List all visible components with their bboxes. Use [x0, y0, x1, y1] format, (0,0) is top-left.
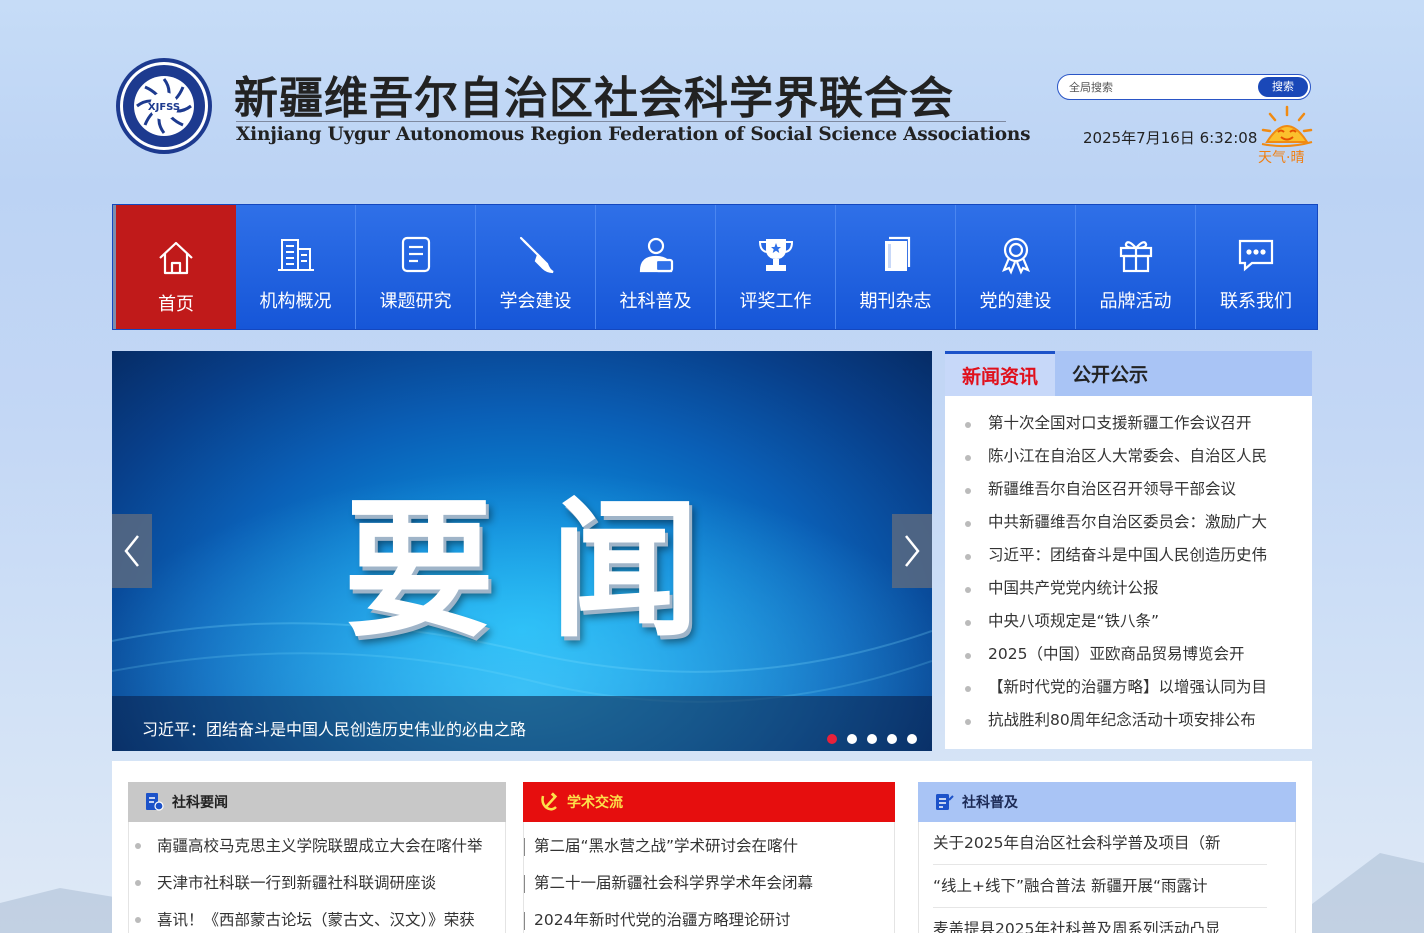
- chat-icon: [1238, 239, 1274, 272]
- column-popularization: 社科普及 关于2025年自治区社会科学普及项目（新 “线上+线下”融合普法 新疆…: [918, 782, 1296, 933]
- chevron-right-icon: [905, 535, 920, 567]
- column-social-science-news: 社科要闻 南疆高校马克思主义学院联盟成立大会在喀什举 天津市社科联一行到新疆社科…: [128, 782, 506, 933]
- news-item[interactable]: 2025（中国）亚欧商品贸易博览会开: [945, 642, 1285, 675]
- news-doc-icon: [146, 793, 164, 811]
- nav-item-society[interactable]: 学会建设: [476, 205, 596, 329]
- logo-text: XJFSS: [148, 102, 180, 113]
- search-input[interactable]: [1058, 75, 1258, 99]
- search-box: 搜索: [1057, 74, 1311, 100]
- person-icon: [639, 237, 673, 273]
- news-item[interactable]: 第十次全国对口支援新疆工作会议召开: [945, 411, 1285, 444]
- slider-dot[interactable]: [867, 734, 877, 744]
- search-button[interactable]: 搜索: [1258, 77, 1308, 97]
- current-datetime: 2025年7月16日 6:32:08: [1083, 129, 1258, 147]
- hammer-sickle-icon: [541, 792, 558, 811]
- slider-dot[interactable]: [887, 734, 897, 744]
- column-header[interactable]: 社科要闻: [128, 782, 506, 822]
- site-title-english: Xinjiang Uygur Autonomous Region Federat…: [236, 124, 1031, 145]
- nav-item-research[interactable]: 课题研究: [356, 205, 476, 329]
- news-slider[interactable]: 要闻 习近平：团结奋斗是中国人民创造历史伟业的必由之路: [112, 351, 932, 751]
- nav-label: 学会建设: [499, 291, 572, 312]
- weather-label: 天气·晴: [1258, 150, 1305, 166]
- slide-caption[interactable]: 习近平：团结奋斗是中国人民创造历史伟业的必由之路: [142, 716, 526, 740]
- books-icon: [884, 236, 910, 271]
- nav-label: 社科普及: [619, 291, 692, 312]
- nav-label: 机构概况: [259, 291, 332, 312]
- column-list: 第二届“黑水营之战”学术研讨会在喀什 第二十一届新疆社会科学界学术年会闭幕 20…: [523, 822, 895, 933]
- home-icon: [159, 241, 193, 275]
- nav-label: 期刊杂志: [859, 291, 932, 312]
- slider-dot[interactable]: [847, 734, 857, 744]
- column-header[interactable]: 学术交流: [523, 782, 895, 822]
- tab-announcements[interactable]: 公开公示: [1055, 351, 1165, 396]
- list-item[interactable]: 喜讯！《西部蒙古论坛（蒙古文、汉文）》荣获: [129, 902, 505, 933]
- news-item[interactable]: 中国共产党党内统计公报: [945, 576, 1285, 609]
- site-title: 新疆维吾尔自治区社会科学界联合会: [234, 73, 954, 124]
- nav-item-home[interactable]: 首页: [113, 205, 236, 329]
- nav-label: 党的建设: [979, 291, 1052, 312]
- column-list: 关于2025年自治区社会科学普及项目（新 “线上+线下”融合普法 新疆开展“雨露…: [918, 822, 1296, 933]
- nav-item-journals[interactable]: 期刊杂志: [836, 205, 956, 329]
- slider-next-button[interactable]: [892, 514, 932, 588]
- news-list: 第十次全国对口支援新疆工作会议召开 陈小江在自治区人大常委会、自治区人民 新疆维…: [945, 411, 1312, 741]
- title-divider: [236, 121, 1006, 122]
- main-nav: 首页 机构概况 课题研究 学会建设 社科普及 评奖工作 期刊杂志 党的建设 品牌…: [112, 204, 1318, 330]
- logo-seal[interactable]: XJFSS: [114, 57, 214, 155]
- bottom-section: 社科要闻 南疆高校马克思主义学院联盟成立大会在喀什举 天津市社科联一行到新疆社科…: [112, 761, 1312, 933]
- slider-dot[interactable]: [907, 734, 917, 744]
- gift-icon: [1119, 241, 1152, 273]
- news-item[interactable]: 中共新疆维吾尔自治区委员会：激励广大: [945, 510, 1285, 543]
- news-panel: 新闻资讯 公开公示 第十次全国对口支援新疆工作会议召开 陈小江在自治区人大常委会…: [945, 351, 1312, 749]
- nav-item-awards[interactable]: 评奖工作: [716, 205, 836, 329]
- column-list: 南疆高校马克思主义学院联盟成立大会在喀什举 天津市社科联一行到新疆社科联调研座谈…: [128, 822, 506, 933]
- nav-label: 评奖工作: [739, 291, 812, 312]
- medal-icon: [1001, 237, 1030, 275]
- nav-label: 首页: [158, 294, 194, 315]
- list-item[interactable]: 2024年新时代党的治疆方略理论研讨: [524, 902, 894, 933]
- list-item[interactable]: 关于2025年自治区社会科学普及项目（新: [919, 822, 1295, 865]
- news-item[interactable]: 抗战胜利80周年纪念活动十项安排公布: [945, 708, 1285, 741]
- slider-dots: [827, 734, 917, 744]
- column-academic-exchange: 学术交流 第二届“黑水营之战”学术研讨会在喀什 第二十一届新疆社会科学界学术年会…: [523, 782, 895, 933]
- document-icon: [401, 236, 430, 273]
- column-title: 社科普及: [962, 795, 1018, 811]
- news-item[interactable]: 中央八项规定是“铁八条”: [945, 609, 1285, 642]
- column-header[interactable]: 社科普及: [918, 782, 1296, 822]
- news-tabs: 新闻资讯 公开公示: [945, 351, 1312, 396]
- shovel-icon: [519, 236, 554, 274]
- tab-news[interactable]: 新闻资讯: [945, 351, 1055, 396]
- news-item[interactable]: 新疆维吾尔自治区召开领导干部会议: [945, 477, 1285, 510]
- news-item[interactable]: 【新时代党的治疆方略】以增强认同为目: [945, 675, 1285, 708]
- building-icon: [277, 239, 314, 271]
- list-item[interactable]: 第二十一届新疆社会科学界学术年会闭幕: [524, 865, 894, 902]
- nav-label: 课题研究: [379, 291, 452, 312]
- nav-item-contact[interactable]: 联系我们: [1196, 205, 1316, 329]
- nav-label: 品牌活动: [1099, 291, 1172, 312]
- column-title: 社科要闻: [172, 795, 228, 811]
- slider-dot[interactable]: [827, 734, 837, 744]
- list-item[interactable]: “线上+线下”融合普法 新疆开展“雨露计: [919, 865, 1295, 908]
- trophy-icon: [758, 239, 793, 271]
- news-item[interactable]: 陈小江在自治区人大常委会、自治区人民: [945, 444, 1285, 477]
- list-item[interactable]: 南疆高校马克思主义学院联盟成立大会在喀什举: [129, 828, 505, 865]
- notepad-icon: [936, 794, 954, 810]
- list-item[interactable]: 天津市社科联一行到新疆社科联调研座谈: [129, 865, 505, 902]
- nav-label: 联系我们: [1220, 291, 1292, 312]
- slide-headline: 要闻: [343, 484, 756, 658]
- nav-item-party[interactable]: 党的建设: [956, 205, 1076, 329]
- column-title: 学术交流: [567, 795, 623, 811]
- nav-item-brand[interactable]: 品牌活动: [1076, 205, 1196, 329]
- news-item[interactable]: 习近平：团结奋斗是中国人民创造历史伟: [945, 543, 1285, 576]
- list-item[interactable]: 第二届“黑水营之战”学术研讨会在喀什: [524, 828, 894, 865]
- nav-item-organization[interactable]: 机构概况: [236, 205, 356, 329]
- chevron-left-icon: [124, 535, 139, 567]
- nav-item-popularization[interactable]: 社科普及: [596, 205, 716, 329]
- list-item[interactable]: 麦盖提县2025年社科普及周系列活动凸显: [919, 908, 1295, 933]
- slider-prev-button[interactable]: [112, 514, 152, 588]
